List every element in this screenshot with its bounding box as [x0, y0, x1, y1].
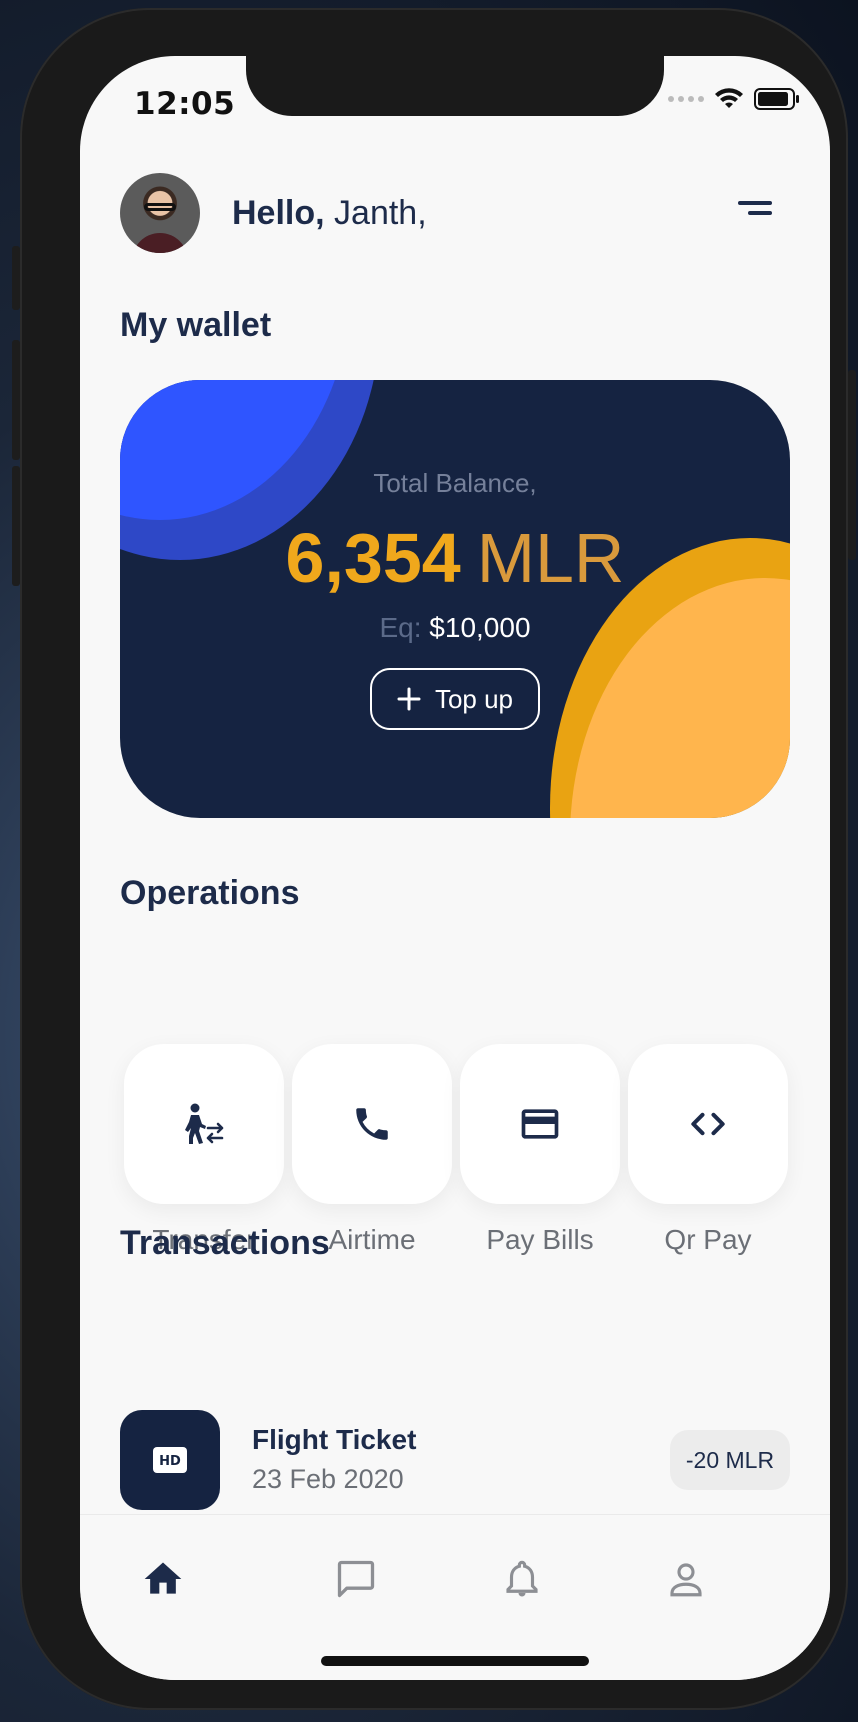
tab-notifications[interactable]	[492, 1549, 552, 1609]
balance-value: 6,354	[285, 519, 461, 597]
wallet-title: My wallet	[120, 306, 272, 344]
top-up-label: Top up	[434, 683, 514, 714]
operation-label: Pay Bills	[486, 1224, 594, 1255]
signal-icon	[668, 96, 704, 102]
tab-messages[interactable]	[326, 1549, 386, 1609]
operation-qr-pay[interactable]: Qr Pay	[628, 1044, 788, 1256]
wifi-icon	[715, 88, 743, 108]
volume-down-button	[12, 466, 20, 586]
code-icon	[691, 1112, 725, 1136]
balance-label: Total Balance,	[373, 468, 537, 498]
greeting: Hello, Janth,	[232, 194, 427, 233]
greeting-hello: Hello,	[232, 193, 325, 232]
header: Hello, Janth,	[120, 173, 790, 253]
volume-up-button	[12, 340, 20, 460]
operation-tile[interactable]	[124, 1044, 284, 1204]
chat-icon	[337, 1560, 375, 1598]
equivalent-label: Eq:	[379, 612, 422, 643]
transaction-row[interactable]: HD Flight Ticket 23 Feb 2020 -20 MLR	[120, 1410, 790, 1510]
wallet-card: Total Balance, 6,354 MLR Eq: $10,000 Top …	[120, 380, 790, 818]
home-indicator[interactable]	[321, 1656, 589, 1666]
tab-home[interactable]	[133, 1549, 193, 1609]
hd-icon: HD	[153, 1447, 187, 1473]
operation-pay-bills[interactable]: Pay Bills	[460, 1044, 620, 1256]
plus-icon	[397, 687, 421, 711]
tab-profile[interactable]	[656, 1549, 716, 1609]
equivalent-value: $10,000	[429, 612, 531, 643]
home-icon	[144, 1562, 182, 1594]
battery-icon	[754, 88, 799, 110]
transaction-icon: HD	[120, 1410, 220, 1510]
transaction-amount: -20 MLR	[670, 1430, 790, 1490]
operation-tile[interactable]	[292, 1044, 452, 1204]
balance-amount: 6,354 MLR	[120, 518, 790, 598]
operations-title: Operations	[120, 874, 300, 912]
operation-tile[interactable]	[460, 1044, 620, 1204]
greeting-user-name: Janth,	[334, 193, 427, 232]
svg-text:HD: HD	[159, 1454, 181, 1469]
phone-frame: 12:05 Hello, Janth, My wallet Total Bala…	[12, 8, 856, 1710]
power-button	[848, 370, 856, 560]
operation-tile[interactable]	[628, 1044, 788, 1204]
bell-icon	[506, 1560, 538, 1597]
transactions-title: Transactions	[120, 1224, 330, 1262]
avatar[interactable]	[120, 173, 200, 253]
credit-card-icon	[521, 1109, 559, 1139]
transaction-date: 23 Feb 2020	[252, 1464, 404, 1494]
operation-label: Qr Pay	[664, 1224, 752, 1255]
menu-icon[interactable]	[738, 201, 772, 221]
notch	[246, 56, 664, 116]
phone-icon	[356, 1108, 388, 1140]
status-time: 12:05	[134, 86, 236, 122]
app-screen: 12:05 Hello, Janth, My wallet Total Bala…	[80, 56, 830, 1680]
balance-currency: MLR	[476, 519, 625, 597]
balance-equivalent: Eq: $10,000	[120, 612, 790, 644]
status-icons	[668, 88, 800, 110]
person-icon	[670, 1563, 702, 1597]
silent-switch	[12, 246, 20, 310]
transfer-icon	[185, 1103, 224, 1144]
top-up-button[interactable]: Top up	[370, 668, 540, 730]
transaction-name: Flight Ticket	[252, 1424, 417, 1455]
